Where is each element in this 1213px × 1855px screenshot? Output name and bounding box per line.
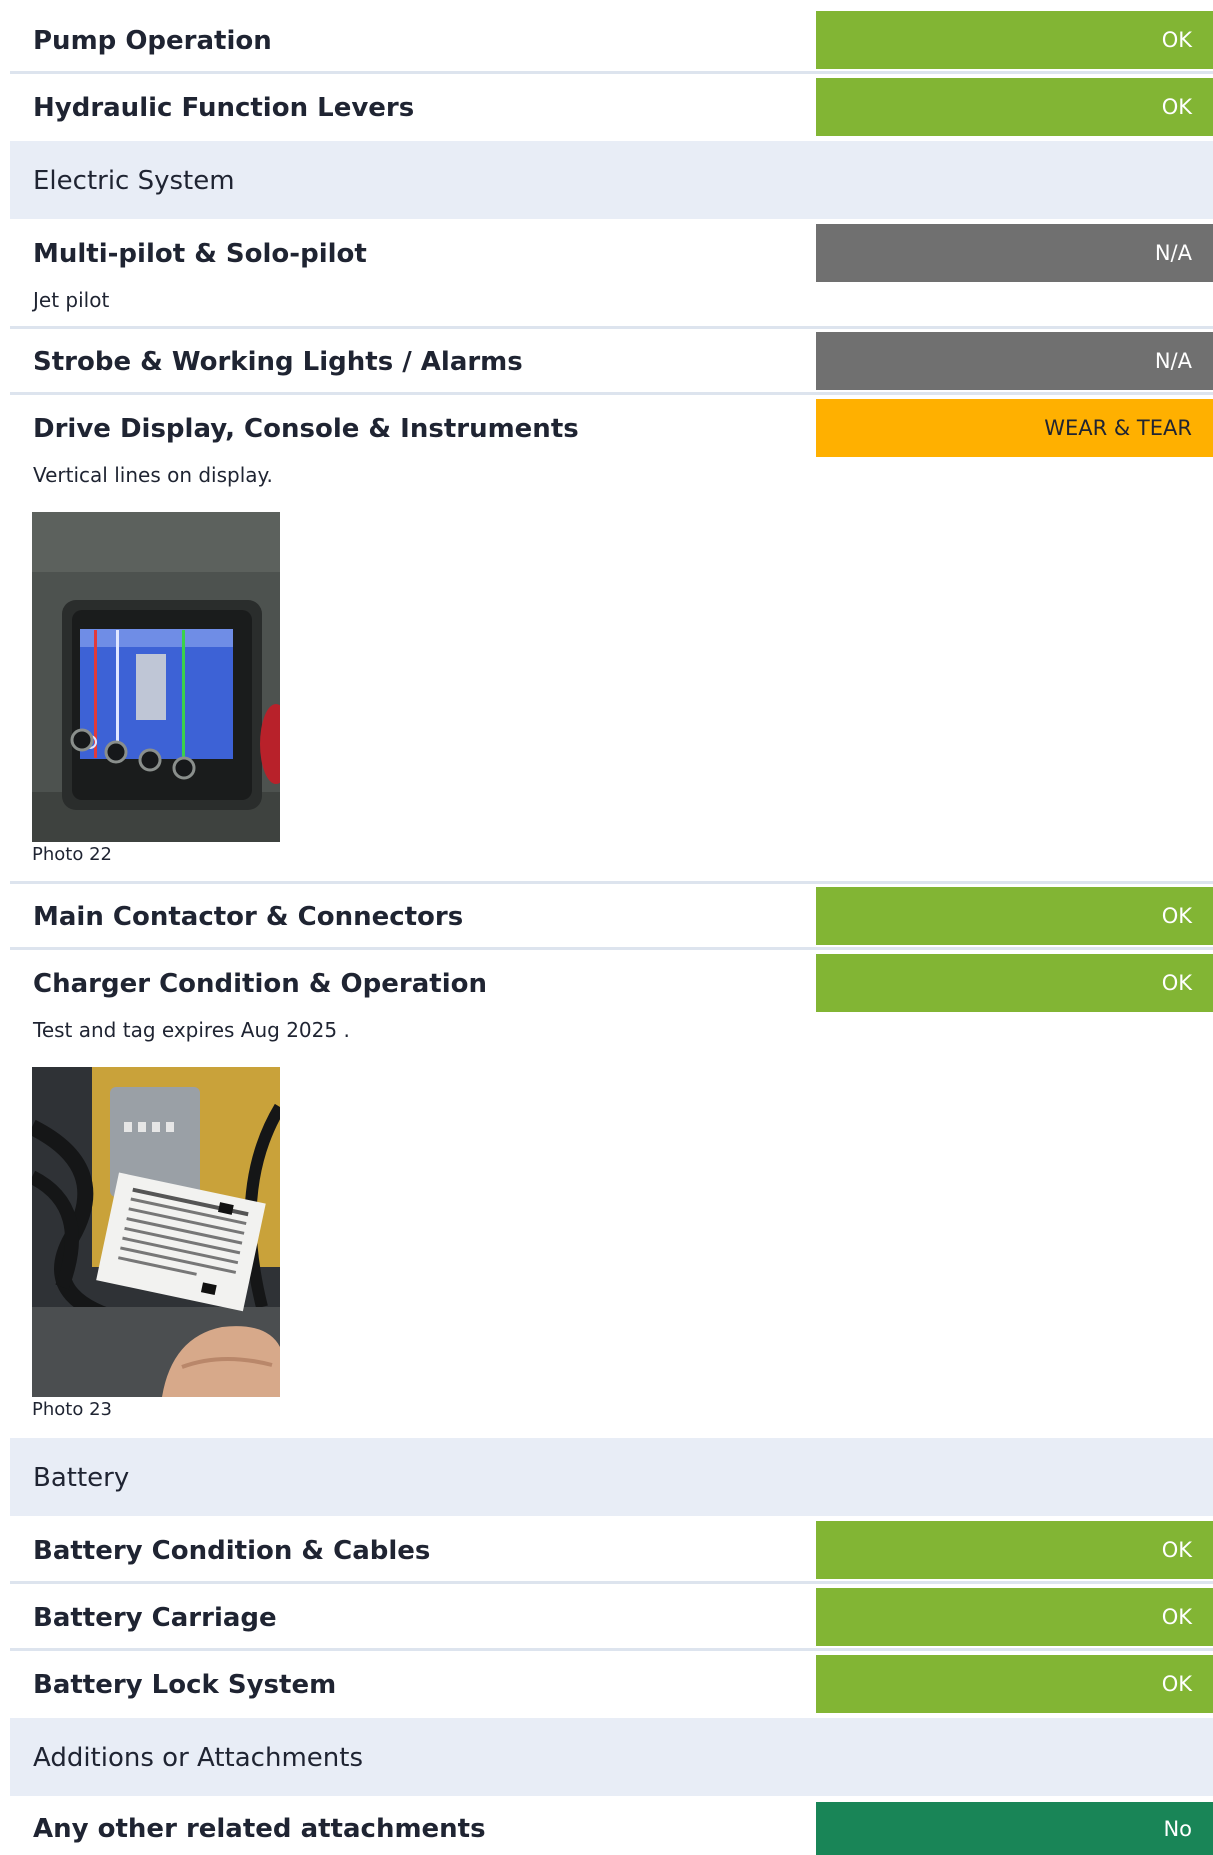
- item-drive-display: Drive Display, Console & Instruments WEA…: [10, 399, 1213, 884]
- section-title: Electric System: [33, 166, 235, 196]
- item-title: Drive Display, Console & Instruments: [33, 414, 579, 444]
- item-strobe-working-lights: Strobe & Working Lights / Alarms N/A: [10, 332, 1213, 395]
- photo-caption: Photo 22: [32, 844, 112, 865]
- display-photo[interactable]: [32, 512, 280, 842]
- status-badge-ok: OK: [816, 1521, 1213, 1579]
- status-badge-ok: OK: [816, 1655, 1213, 1713]
- item-note: Test and tag expires Aug 2025 .: [33, 1018, 350, 1042]
- status-badge-ok: OK: [816, 954, 1213, 1012]
- item-title: Battery Lock System: [33, 1670, 337, 1700]
- item-charger-condition: Charger Condition & Operation OK Test an…: [10, 954, 1213, 1434]
- item-hydraulic-function-levers: Hydraulic Function Levers OK: [10, 78, 1213, 138]
- item-title: Battery Carriage: [33, 1603, 277, 1633]
- section-title: Additions or Attachments: [33, 1743, 364, 1773]
- section-header-electric-system: Electric System: [10, 141, 1213, 219]
- charger-tag-photo-image: [32, 1067, 280, 1397]
- status-badge-ok: OK: [816, 887, 1213, 945]
- item-multi-pilot: Multi-pilot & Solo-pilot N/A Jet pilot: [10, 224, 1213, 329]
- item-note: Jet pilot: [33, 288, 110, 312]
- status-badge-na: N/A: [816, 224, 1213, 282]
- item-title: Battery Condition & Cables: [33, 1536, 431, 1566]
- inspection-report: Pump Operation OK Hydraulic Function Lev…: [0, 0, 1213, 1855]
- status-badge-ok: OK: [816, 1588, 1213, 1646]
- item-other-attachments: Any other related attachments No: [10, 1802, 1213, 1855]
- status-badge-no: No: [816, 1802, 1213, 1855]
- item-pump-operation: Pump Operation OK: [10, 11, 1213, 74]
- section-header-battery: Battery: [10, 1438, 1213, 1516]
- item-title: Any other related attachments: [33, 1814, 486, 1844]
- item-main-contactor: Main Contactor & Connectors OK: [10, 887, 1213, 950]
- item-title: Main Contactor & Connectors: [33, 902, 464, 932]
- item-battery-condition: Battery Condition & Cables OK: [10, 1521, 1213, 1584]
- status-badge-ok: OK: [816, 11, 1213, 69]
- item-note: Vertical lines on display.: [33, 463, 273, 487]
- status-badge-ok: OK: [816, 78, 1213, 136]
- photo-caption: Photo 23: [32, 1399, 112, 1420]
- status-badge-wear-tear: WEAR & TEAR: [816, 399, 1213, 457]
- charger-tag-photo[interactable]: [32, 1067, 280, 1397]
- item-title: Charger Condition & Operation: [33, 969, 487, 999]
- section-title: Battery: [33, 1463, 130, 1493]
- display-photo-image: [32, 512, 280, 842]
- status-badge-na: N/A: [816, 332, 1213, 390]
- item-title: Pump Operation: [33, 26, 272, 56]
- item-title: Multi-pilot & Solo-pilot: [33, 239, 367, 269]
- item-title: Hydraulic Function Levers: [33, 93, 415, 123]
- item-battery-lock: Battery Lock System OK: [10, 1655, 1213, 1715]
- item-battery-carriage: Battery Carriage OK: [10, 1588, 1213, 1651]
- section-header-additions: Additions or Attachments: [10, 1718, 1213, 1796]
- item-title: Strobe & Working Lights / Alarms: [33, 347, 523, 377]
